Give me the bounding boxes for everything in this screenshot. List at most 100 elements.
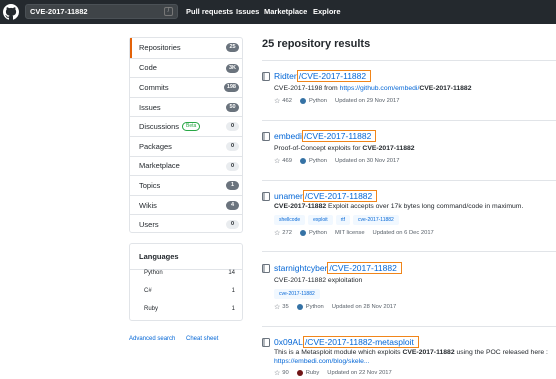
updated-time: Updated on 30 Nov 2017 (335, 158, 400, 164)
highlighted-repo-name: /CVE-2017-11882 (296, 70, 372, 82)
menu-item-label: Wikis (139, 200, 157, 210)
topic-tag[interactable]: rtf (335, 215, 351, 225)
repo-meta: ☆ 90 Ruby Updated on 22 Nov 2017 (274, 369, 392, 377)
menu-item-discussions[interactable]: Discussions Beta 0 (130, 116, 242, 136)
menu-item-label: Issues (139, 102, 161, 112)
desc-suffix: using the POC released here : (454, 349, 548, 356)
menu-item-label: Users (139, 220, 159, 230)
top-header: / Pull requests Issues Marketplace Explo… (0, 0, 556, 24)
menu-item-label: Repositories (139, 43, 181, 53)
nav-explore[interactable]: Explore (313, 7, 341, 16)
desc-bold: CVE-2017-11882 (419, 85, 472, 92)
repo-name: CVE-2017-11882 (307, 191, 373, 201)
repo-name: CVE-2017-11882 (331, 263, 397, 273)
topic-tag[interactable]: shellcode (274, 215, 306, 225)
repo-description: Proof-of-Concept exploits for CVE-2017-1… (274, 145, 415, 152)
count-badge: 0 (226, 161, 239, 171)
star-icon: ☆ (274, 98, 281, 105)
divider (262, 326, 556, 327)
language-python[interactable]: Python (144, 270, 163, 276)
language-ruby[interactable]: Ruby (144, 306, 158, 312)
desc-bold: CVE-2017-11882 (274, 203, 327, 210)
language-color-dot (296, 304, 303, 310)
topic-tag[interactable]: cve-2017-11882 (274, 289, 320, 299)
cheat-sheet-link[interactable]: Cheat sheet (186, 336, 218, 342)
updated-time: Updated on 22 Nov 2017 (327, 370, 392, 376)
repo-language: Python (308, 98, 328, 104)
repo-language: Python (305, 304, 324, 310)
repo-result: embedi/CVE-2017-11882 Proof-of-Concept e… (262, 130, 556, 180)
language-csharp[interactable]: C# (144, 288, 152, 294)
nav-marketplace[interactable]: Marketplace (264, 7, 307, 16)
language-color-dot (299, 230, 306, 236)
repo-owner: Ridter (274, 71, 297, 81)
star-count[interactable]: 35 (282, 304, 288, 310)
advanced-search-link[interactable]: Advanced search (129, 336, 175, 342)
divider (262, 60, 556, 61)
count-badge: 50 (226, 102, 239, 112)
topic-tag[interactable]: cve-2017-11882 (353, 215, 399, 225)
desc-link[interactable]: https://github.com/embedi/ (340, 85, 420, 92)
count-badge: 0 (226, 142, 239, 151)
repo-language: Python (308, 230, 328, 236)
repo-result: starnightcyber/CVE-2017-11882 CVE-2017-1… (262, 262, 556, 318)
menu-item-repositories[interactable]: Repositories 25 (130, 38, 242, 58)
count-badge: 0 (226, 122, 239, 132)
github-logo-icon[interactable] (3, 4, 19, 20)
desc-text-full: CVE-2017-11882 exploitation (274, 277, 362, 284)
repo-icon (262, 72, 270, 81)
menu-item-marketplace[interactable]: Marketplace 0 (130, 155, 242, 176)
star-count[interactable]: 469 (282, 158, 292, 164)
repo-icon (262, 264, 270, 273)
languages-title: Languages (139, 252, 179, 261)
star-count[interactable]: 462 (282, 98, 292, 104)
language-color-dot (296, 370, 303, 376)
desc-text: CVE-2017-1198 from (274, 85, 340, 92)
search-input[interactable] (25, 4, 178, 19)
count-badge: 1 (226, 181, 239, 191)
star-count[interactable]: 272 (282, 230, 292, 236)
repo-title-link[interactable]: embedi/CVE-2017-11882 (274, 130, 377, 142)
count-badge: 0 (226, 220, 239, 230)
repo-title-link[interactable]: starnightcyber/CVE-2017-11882 (274, 262, 402, 274)
menu-item-code[interactable]: Code 3K (130, 57, 242, 78)
repo-icon (262, 192, 270, 201)
repo-meta: ☆ 272 Python MIT license Updated on 6 De… (274, 229, 434, 237)
topic-tag[interactable]: exploit (308, 215, 333, 225)
language-color-dot (299, 98, 306, 104)
desc-text: Exploit accepts over 17k bytes long comm… (326, 203, 524, 210)
menu-item-issues[interactable]: Issues 50 (130, 96, 242, 117)
repo-description: This is a Metasploit module which exploi… (274, 349, 548, 356)
divider (262, 180, 556, 181)
repo-name: CVE-2017-11882-metasploit (307, 337, 414, 347)
updated-time: Updated on 28 Nov 2017 (331, 304, 397, 310)
star-count[interactable]: 90 (282, 370, 288, 376)
repo-title-link[interactable]: Ridter/CVE-2017-11882 (274, 70, 372, 82)
star-icon: ☆ (274, 230, 281, 237)
repo-title-link[interactable]: unamer/CVE-2017-11882 (274, 190, 378, 202)
search-type-menu: Repositories 25 Code 3K Commits 198 Issu… (129, 37, 243, 233)
nav-pull-requests[interactable]: Pull requests (186, 7, 233, 16)
menu-item-commits[interactable]: Commits 198 (130, 77, 242, 97)
count-badge: 25 (226, 43, 239, 52)
repo-owner: unamer (274, 191, 303, 201)
topic-tags: shellcode exploit rtf cve-2017-11882 (274, 215, 399, 225)
repo-meta: ☆ 469 Python Updated on 30 Nov 2017 (274, 157, 399, 165)
search-shortcut-hint: / (164, 7, 173, 16)
nav-issues[interactable]: Issues (236, 7, 259, 16)
menu-item-label: Discussions (139, 122, 180, 132)
languages-panel: Languages Python 14 C# 1 Ruby 1 (129, 243, 243, 321)
desc-link[interactable]: https://embedi.com/blog/skele... (274, 358, 370, 365)
repo-license: MIT license (335, 230, 365, 236)
highlighted-repo-name: /CVE-2017-11882 (301, 130, 377, 142)
menu-item-users[interactable]: Users 0 (130, 214, 242, 234)
beta-badge: Beta (182, 122, 201, 132)
menu-item-topics[interactable]: Topics 1 (130, 175, 242, 195)
highlighted-repo-name: /CVE-2017-11882-metasploit (302, 336, 419, 348)
desc-bold: CVE-2017-11882 (402, 349, 455, 356)
menu-item-packages[interactable]: Packages 0 (130, 136, 242, 156)
repo-title-link[interactable]: 0x09AL/CVE-2017-11882-metasploit (274, 336, 419, 348)
menu-item-wikis[interactable]: Wikis 4 (130, 194, 242, 215)
menu-item-label: Topics (139, 180, 161, 190)
highlighted-repo-name: /CVE-2017-11882 (327, 262, 402, 274)
